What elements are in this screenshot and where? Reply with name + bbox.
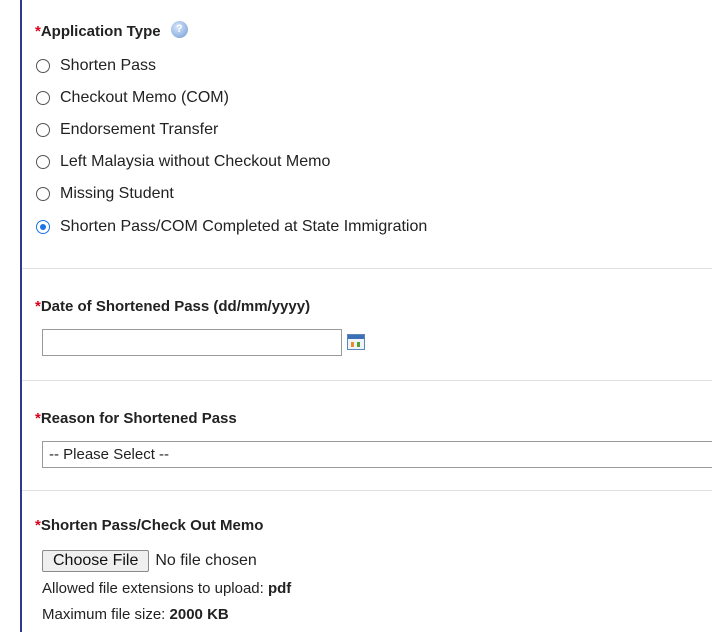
radio-option-endorsement-transfer[interactable]: Endorsement Transfer bbox=[36, 119, 218, 141]
radio-button[interactable] bbox=[36, 155, 50, 169]
date-input[interactable] bbox=[42, 329, 342, 356]
extensions-prefix: Allowed file extensions to upload: bbox=[42, 580, 264, 597]
radio-button[interactable] bbox=[36, 123, 50, 137]
reason-select-value: -- Please Select -- bbox=[49, 446, 170, 463]
allowed-extensions-text: Allowed file extensions to upload: pdf bbox=[42, 580, 291, 597]
radio-option-missing-student[interactable]: Missing Student bbox=[36, 183, 174, 205]
date-field-text: Date of Shortened Pass (dd/mm/yyyy) bbox=[40, 298, 311, 315]
file-status-text: No file chosen bbox=[155, 552, 257, 569]
application-type-label: *Application Type bbox=[35, 21, 188, 40]
application-type-text: Application Type bbox=[40, 23, 161, 40]
file-upload-row: Choose File No file chosen bbox=[42, 549, 257, 573]
radio-option-checkout-memo[interactable]: Checkout Memo (COM) bbox=[36, 87, 229, 109]
reason-select[interactable]: -- Please Select -- bbox=[42, 441, 712, 468]
reason-field-label: *Reason for Shortened Pass bbox=[35, 410, 237, 427]
upload-field-text: Shorten Pass/Check Out Memo bbox=[40, 517, 264, 534]
radio-label: Shorten Pass bbox=[60, 57, 157, 74]
form-panel: *Application Type Shorten Pass Checkout … bbox=[20, 0, 712, 632]
help-question-icon[interactable] bbox=[170, 21, 188, 38]
section-divider bbox=[22, 380, 712, 381]
max-size-value: 2000 KB bbox=[169, 606, 229, 623]
radio-label: Shorten Pass/COM Completed at State Immi… bbox=[60, 218, 428, 235]
date-field-label: *Date of Shortened Pass (dd/mm/yyyy) bbox=[35, 298, 310, 315]
section-divider bbox=[22, 490, 712, 491]
choose-file-button[interactable]: Choose File bbox=[42, 550, 150, 572]
radio-button[interactable] bbox=[36, 187, 50, 201]
max-file-size-text: Maximum file size: 2000 KB bbox=[42, 606, 229, 623]
extensions-value: pdf bbox=[267, 580, 292, 597]
radio-option-state-immigration[interactable]: Shorten Pass/COM Completed at State Immi… bbox=[36, 216, 427, 238]
radio-option-shorten-pass[interactable]: Shorten Pass bbox=[36, 55, 156, 77]
radio-label: Missing Student bbox=[60, 185, 174, 202]
radio-label: Checkout Memo (COM) bbox=[60, 89, 229, 106]
radio-option-left-malaysia[interactable]: Left Malaysia without Checkout Memo bbox=[36, 151, 330, 173]
section-divider bbox=[22, 268, 712, 269]
radio-button[interactable] bbox=[36, 91, 50, 105]
calendar-icon[interactable] bbox=[347, 334, 365, 350]
radio-button[interactable] bbox=[36, 59, 50, 73]
radio-label: Left Malaysia without Checkout Memo bbox=[60, 153, 331, 170]
radio-label: Endorsement Transfer bbox=[60, 121, 219, 138]
upload-field-label: *Shorten Pass/Check Out Memo bbox=[35, 517, 263, 534]
reason-field-text: Reason for Shortened Pass bbox=[40, 410, 237, 427]
radio-button-selected[interactable] bbox=[36, 220, 50, 234]
max-size-prefix: Maximum file size: bbox=[42, 606, 166, 623]
